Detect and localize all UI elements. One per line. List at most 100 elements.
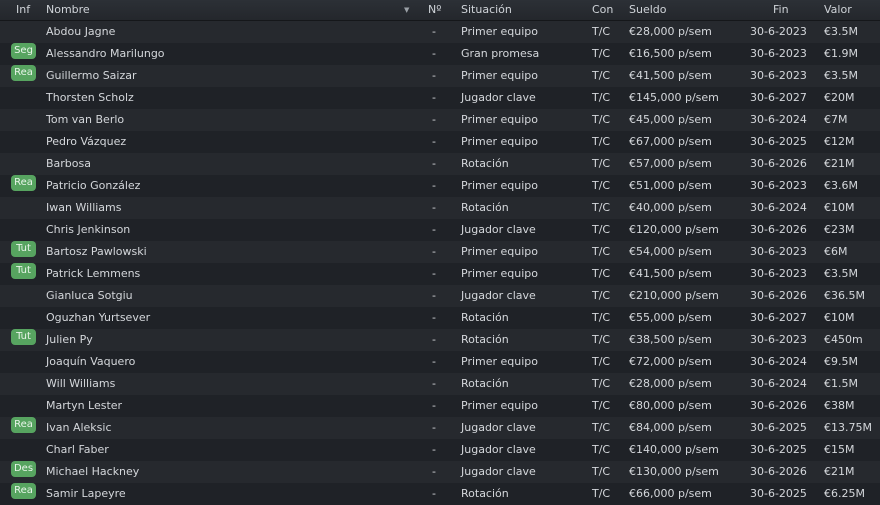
table-row[interactable]: Chris Jenkinson - Jugador clave T/C €120,000…: [0, 219, 880, 241]
player-name[interactable]: Joaquín Vaquero: [46, 351, 135, 373]
column-header-end[interactable]: Fin: [773, 0, 789, 20]
table-row[interactable]: Abdou Jagne - Primer equipo T/C €28,000 p/se…: [0, 21, 880, 43]
contract-end: 30-6-2024: [750, 113, 807, 126]
player-name[interactable]: Alessandro Marilungo: [46, 43, 165, 65]
market-value: €12M: [824, 135, 855, 148]
table-row[interactable]: Rea Samir Lapeyre - Rotación T/C €66,000 p/se…: [0, 483, 880, 505]
contract-end: 30-6-2025: [750, 487, 807, 500]
table-row[interactable]: Pedro Vázquez - Primer equipo T/C €67,000 p/…: [0, 131, 880, 153]
player-name[interactable]: Patrick Lemmens: [46, 263, 140, 285]
player-name[interactable]: Martyn Lester: [46, 395, 122, 417]
squad-status: Rotación: [461, 157, 509, 170]
squad-table: Inf Nombre ▼ Nº Situación Con Sueldo Fin…: [0, 0, 880, 505]
squad-status: Primer equipo: [461, 113, 539, 126]
column-header-value[interactable]: Valor: [824, 0, 852, 20]
table-row[interactable]: Barbosa - Rotación T/C €57,000 p/sem 30-6-202…: [0, 153, 880, 175]
squad-status: Rotación: [461, 311, 509, 324]
player-name[interactable]: Bartosz Pawlowski: [46, 241, 147, 263]
player-name[interactable]: Ivan Aleksic: [46, 417, 112, 439]
table-row[interactable]: Thorsten Scholz - Jugador clave T/C €145,000…: [0, 87, 880, 109]
salary: €145,000 p/sem: [629, 91, 719, 104]
player-name[interactable]: Guillermo Saizar: [46, 65, 137, 87]
info-badge: Rea: [11, 65, 36, 81]
column-header-status[interactable]: Situación: [461, 0, 512, 20]
table-row[interactable]: Rea Patricio González - Primer equipo T/C €51…: [0, 175, 880, 197]
contract-end: 30-6-2023: [750, 179, 807, 192]
table-row[interactable]: Rea Guillermo Saizar - Primer equipo T/C €41,…: [0, 65, 880, 87]
market-value: €10M: [824, 201, 855, 214]
column-header-contract[interactable]: Con: [592, 0, 613, 20]
column-header-name[interactable]: Nombre: [46, 0, 90, 20]
contract-type: T/C: [592, 465, 611, 478]
contract-end: 30-6-2026: [750, 465, 807, 478]
market-value: €23M: [824, 223, 855, 236]
info-badge: Tut: [11, 329, 36, 345]
player-name[interactable]: Samir Lapeyre: [46, 483, 126, 505]
column-header-number[interactable]: Nº: [428, 0, 441, 20]
contract-end: 30-6-2024: [750, 201, 807, 214]
contract-end: 30-6-2023: [750, 47, 807, 60]
table-row[interactable]: Seg Alessandro Marilungo - Gran promesa T/C €…: [0, 43, 880, 65]
table-row[interactable]: Will Williams - Rotación T/C €28,000 p/sem 30…: [0, 373, 880, 395]
table-row[interactable]: Iwan Williams - Rotación T/C €40,000 p/sem 30…: [0, 197, 880, 219]
table-row[interactable]: Charl Faber - Jugador clave T/C €140,000 p/s…: [0, 439, 880, 461]
squad-status: Primer equipo: [461, 179, 539, 192]
market-value: €6M: [824, 245, 848, 258]
player-name[interactable]: Michael Hackney: [46, 461, 139, 483]
column-header-salary[interactable]: Sueldo: [629, 0, 667, 20]
table-row[interactable]: Martyn Lester - Primer equipo T/C €80,000 p/…: [0, 395, 880, 417]
contract-end: 30-6-2023: [750, 267, 807, 280]
salary: €16,500 p/sem: [629, 47, 712, 60]
player-name[interactable]: Charl Faber: [46, 439, 109, 461]
squad-number: -: [432, 91, 436, 104]
sort-descending-icon[interactable]: ▼: [404, 0, 409, 20]
info-badge: Rea: [11, 483, 36, 499]
contract-end: 30-6-2025: [750, 443, 807, 456]
table-row[interactable]: Rea Ivan Aleksic - Jugador clave T/C €84,000 …: [0, 417, 880, 439]
market-value: €3.5M: [824, 25, 858, 38]
salary: €80,000 p/sem: [629, 399, 712, 412]
salary: €55,000 p/sem: [629, 311, 712, 324]
info-badge: Seg: [11, 43, 36, 59]
player-name[interactable]: Oguzhan Yurtsever: [46, 307, 150, 329]
salary: €72,000 p/sem: [629, 355, 712, 368]
player-name[interactable]: Abdou Jagne: [46, 21, 115, 43]
market-value: €1.5M: [824, 377, 858, 390]
squad-number: -: [432, 69, 436, 82]
contract-type: T/C: [592, 487, 611, 500]
player-name[interactable]: Gianluca Sotgiu: [46, 285, 133, 307]
contract-type: T/C: [592, 201, 611, 214]
squad-status: Primer equipo: [461, 355, 539, 368]
market-value: €21M: [824, 157, 855, 170]
contract-type: T/C: [592, 157, 611, 170]
player-name[interactable]: Chris Jenkinson: [46, 219, 130, 241]
contract-end: 30-6-2023: [750, 245, 807, 258]
info-badge: Des: [11, 461, 36, 477]
squad-number: -: [432, 47, 436, 60]
player-name[interactable]: Will Williams: [46, 373, 115, 395]
table-row[interactable]: Oguzhan Yurtsever - Rotación T/C €55,000 p/s…: [0, 307, 880, 329]
contract-type: T/C: [592, 69, 611, 82]
table-row[interactable]: Tom van Berlo - Primer equipo T/C €45,000 p/…: [0, 109, 880, 131]
contract-type: T/C: [592, 333, 611, 346]
player-name[interactable]: Julien Py: [46, 329, 93, 351]
squad-status: Jugador clave: [461, 289, 536, 302]
player-name[interactable]: Patricio González: [46, 175, 140, 197]
squad-number: -: [432, 311, 436, 324]
info-badge: Rea: [11, 417, 36, 433]
table-row[interactable]: Tut Bartosz Pawlowski - Primer equipo T/C €54…: [0, 241, 880, 263]
table-row[interactable]: Des Michael Hackney - Jugador clave T/C €130,…: [0, 461, 880, 483]
table-row[interactable]: Joaquín Vaquero - Primer equipo T/C €72,000 …: [0, 351, 880, 373]
player-name[interactable]: Thorsten Scholz: [46, 87, 134, 109]
player-name[interactable]: Iwan Williams: [46, 197, 122, 219]
squad-number: -: [432, 157, 436, 170]
player-name[interactable]: Barbosa: [46, 153, 91, 175]
contract-type: T/C: [592, 355, 611, 368]
squad-status: Primer equipo: [461, 25, 539, 38]
table-row[interactable]: Tut Patrick Lemmens - Primer equipo T/C €41,5…: [0, 263, 880, 285]
table-row[interactable]: Tut Julien Py - Rotación T/C €38,500 p/sem 30-…: [0, 329, 880, 351]
column-header-inf[interactable]: Inf: [16, 0, 30, 20]
player-name[interactable]: Tom van Berlo: [46, 109, 124, 131]
table-row[interactable]: Gianluca Sotgiu - Jugador clave T/C €210,000…: [0, 285, 880, 307]
player-name[interactable]: Pedro Vázquez: [46, 131, 126, 153]
